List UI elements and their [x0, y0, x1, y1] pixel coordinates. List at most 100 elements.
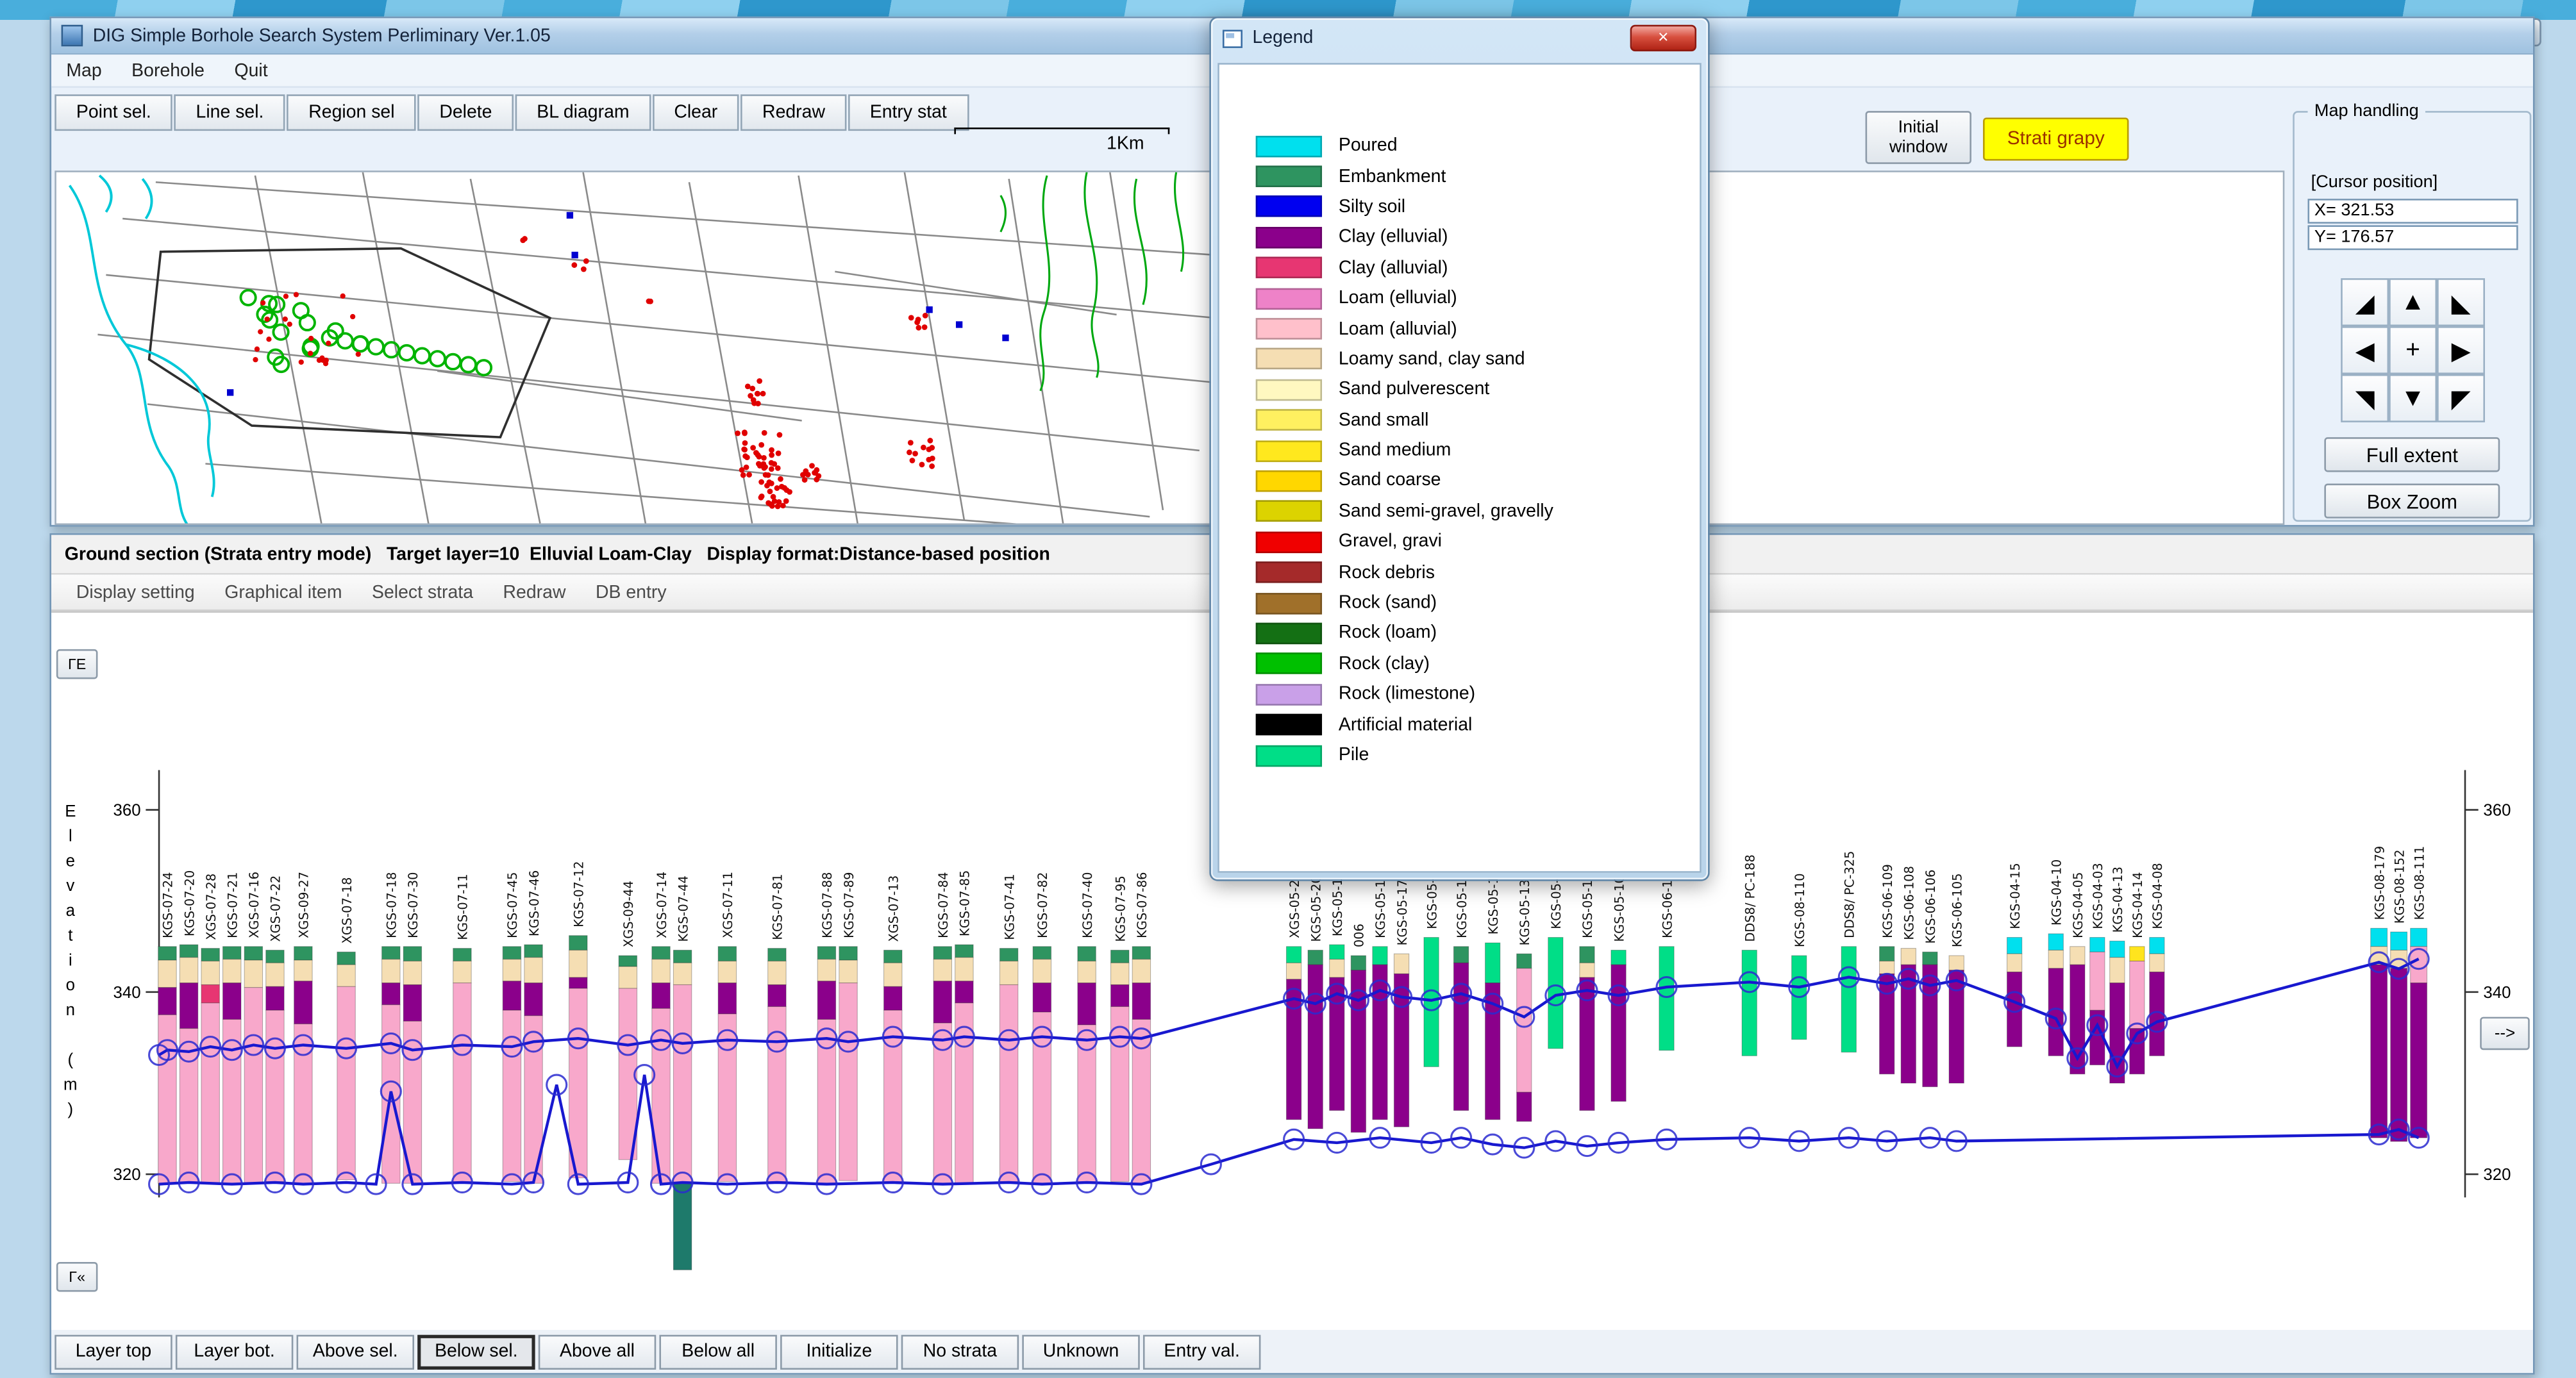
borehole-column-kgs-04-08[interactable]: KGS-04-08	[2149, 863, 2165, 1056]
borehole-column-kgs-07-81[interactable]: KGS-07-81	[767, 874, 787, 1184]
pan-button-5[interactable]: ▶	[2437, 326, 2486, 374]
borehole-column-kgs-06-108[interactable]: KGS-06-108	[1900, 866, 1917, 1084]
svg-text:XGS-07-13: XGS-07-13	[887, 876, 901, 942]
toolbar-point-sel-button[interactable]: Point sel.	[54, 94, 173, 131]
bottom-unknown-button[interactable]: Unknown	[1022, 1334, 1140, 1369]
svg-text:KGS-05-18: KGS-05-18	[1373, 872, 1388, 938]
borehole-column-kgs-04-15[interactable]: KGS-04-15	[2006, 863, 2023, 1047]
borehole-column-kgs-07-20[interactable]: KGS-07-20	[179, 870, 199, 1184]
borehole-column-kgs-05-13[interactable]: KGS-05-13	[1516, 879, 1532, 1122]
section-menu-graphical-item[interactable]: Graphical item	[210, 582, 357, 602]
legend-item-label: Clay (alluvial)	[1338, 258, 1448, 278]
pan-button-3[interactable]: ◀	[2341, 326, 2389, 374]
borehole-column-kgs-07-84[interactable]: KGS-07-84	[933, 872, 953, 1184]
borehole-column-dds8-pc-188[interactable]: DDS8/ PC-188	[1741, 854, 1757, 1056]
borehole-column-xgs-05-21[interactable]: XGS-05-21	[1285, 872, 1302, 1120]
borehole-column-kgs-07-21[interactable]: KGS-07-21	[222, 872, 242, 1184]
box-zoom-button[interactable]: Box Zoom	[2324, 483, 2500, 519]
borehole-column-kgs-08-152[interactable]: KGS-08-152	[2390, 849, 2408, 1142]
bottom-above-sel-button[interactable]: Above sel.	[296, 1334, 414, 1369]
pan-button-1[interactable]: ▲	[2389, 278, 2438, 327]
toolbar-delete-button[interactable]: Delete	[417, 94, 514, 131]
bottom-below-all-button[interactable]: Below all	[659, 1334, 777, 1369]
pan-button-0[interactable]: ◢	[2341, 278, 2389, 327]
toolbar-clear-button[interactable]: Clear	[652, 94, 739, 131]
borehole-column-kgs-07-44[interactable]: KGS-07-44	[673, 876, 692, 1270]
borehole-column-xgs-07-18[interactable]: XGS-07-18	[337, 877, 356, 1181]
borehole-column-xgs-07-11[interactable]: XGS-07-11	[717, 872, 737, 1182]
full-extent-button[interactable]: Full extent	[2324, 437, 2500, 472]
bottom-no-strata-button[interactable]: No strata	[901, 1334, 1019, 1369]
svg-text:KGS-04-05: KGS-04-05	[2071, 872, 2086, 938]
borehole-column-kgs-06-112[interactable]: KGS-06-112	[1659, 864, 1675, 1051]
svg-text:KGS-07-86: KGS-07-86	[1135, 872, 1150, 938]
bottom-below-sel-button[interactable]: Below sel.	[417, 1334, 535, 1369]
pan-button-6[interactable]: ◥	[2341, 374, 2389, 422]
borehole-column-kgs-07-12[interactable]: KGS-07-12	[569, 861, 588, 1179]
legend-item-label: Sand semi-gravel, gravelly	[1338, 501, 1553, 522]
section-right-arrow-button[interactable]: -->	[2480, 1017, 2530, 1050]
toolbar-redraw-button[interactable]: Redraw	[740, 94, 847, 131]
pan-button-7[interactable]: ▼	[2389, 374, 2438, 422]
borehole-column-kgs-08-111[interactable]: KGS-08-111	[2410, 846, 2428, 1138]
svg-text:KGS-05-10: KGS-05-10	[1612, 876, 1627, 942]
map-menu-borehole[interactable]: Borehole	[117, 60, 219, 80]
borehole-column-kgs-05-12[interactable]: KGS-05-12	[1548, 863, 1564, 1049]
pan-button-2[interactable]: ◣	[2437, 278, 2486, 327]
toolbar-line-sel-button[interactable]: Line sel.	[174, 94, 286, 131]
legend-item-label: Embankment	[1338, 166, 1446, 187]
borehole-column-kgs-05-18[interactable]: KGS-05-18	[1372, 872, 1388, 1120]
borehole-column-kgs-06-105[interactable]: KGS-06-105	[1948, 873, 1964, 1084]
bottom-layer-bot-button[interactable]: Layer bot.	[175, 1334, 294, 1369]
borehole-column-kgs-05-17[interactable]: KGS-05-17	[1393, 879, 1410, 1127]
borehole-column-xgs-09-27[interactable]: XGS-09-27	[294, 872, 313, 1184]
borehole-column-kgs-06-109[interactable]: KGS-06-109	[1879, 864, 1895, 1075]
section-menu-redraw[interactable]: Redraw	[488, 582, 580, 602]
borehole-column-xgs-09-44[interactable]: XGS-09-44	[618, 881, 638, 1160]
section-left-bottom-button[interactable]: Γ«	[56, 1262, 98, 1292]
map-menu-quit[interactable]: Quit	[219, 60, 283, 80]
borehole-column-kgs-07-46[interactable]: KGS-07-46	[524, 870, 543, 1184]
section-menu-display-setting[interactable]: Display setting	[62, 582, 210, 602]
svg-text:KGS-05-15: KGS-05-15	[1455, 872, 1469, 938]
bottom-initialize-button[interactable]: Initialize	[780, 1334, 898, 1369]
borehole-column-kgs-07-40[interactable]: KGS-07-40	[1077, 872, 1096, 1184]
bottom-above-all-button[interactable]: Above all	[538, 1334, 657, 1369]
borehole-column-kgs-08-110[interactable]: KGS-08-110	[1791, 873, 1807, 1040]
section-menu-db-entry[interactable]: DB entry	[581, 582, 682, 602]
borehole-column-kgs-07-41[interactable]: KGS-07-41	[999, 874, 1019, 1182]
legend-item-label: Artificial material	[1338, 715, 1473, 735]
borehole-column-006[interactable]: 006	[1350, 924, 1367, 1133]
legend-close-button[interactable]: ×	[1630, 24, 1697, 52]
borehole-column-dds8-pc-325[interactable]: DDS8/ PC-325	[1841, 851, 1857, 1053]
borehole-column-kgs-05-15[interactable]: KGS-05-15	[1453, 872, 1469, 1111]
svg-text:KGS-07-41: KGS-07-41	[1002, 874, 1017, 940]
borehole-column-kgs-04-13[interactable]: KGS-04-13	[2109, 867, 2125, 1084]
legend-item-label: Rock (clay)	[1338, 654, 1430, 674]
map-canvas[interactable]	[54, 170, 2285, 528]
pan-button-4[interactable]: +	[2389, 326, 2438, 374]
stratigraphy-button[interactable]: Strati grapy	[1983, 117, 2129, 161]
borehole-column-kgs-05-19[interactable]: KGS-05-19	[1329, 870, 1345, 1111]
borehole-column-xgs-07-28[interactable]: XGS-07-28	[201, 874, 220, 1184]
borehole-column-kgs-07-30[interactable]: KGS-07-30	[403, 872, 422, 1184]
borehole-column-kgs-07-24[interactable]: KGS-07-24	[158, 872, 177, 1184]
borehole-column-kgs-08-179[interactable]: KGS-08-179	[2370, 846, 2388, 1138]
toolbar-region-sel-button[interactable]: Region sel	[287, 94, 417, 131]
bottom-entry-val-button[interactable]: Entry val.	[1142, 1334, 1261, 1369]
toolbar-entry-stat-button[interactable]: Entry stat	[848, 94, 969, 131]
borehole-column-kgs-07-89[interactable]: KGS-07-89	[839, 872, 858, 1181]
section-left-top-button[interactable]: ΓΕ	[56, 649, 98, 679]
borehole-column-kgs-04-05[interactable]: KGS-04-05	[2070, 872, 2086, 1075]
borehole-column-xgs-07-22[interactable]: XGS-07-22	[265, 876, 285, 1182]
section-menu-select-strata[interactable]: Select strata	[357, 582, 488, 602]
borehole-column-xgs-07-16[interactable]: XGS-07-16	[244, 872, 263, 1184]
pan-button-8[interactable]: ◤	[2437, 374, 2486, 422]
map-menu-map[interactable]: Map	[51, 60, 117, 80]
initial-window-button[interactable]: Initial window	[1865, 111, 1971, 164]
bottom-layer-top-button[interactable]: Layer top	[54, 1334, 172, 1369]
borehole-column-kgs-05-16[interactable]: KGS-05-16	[1423, 863, 1439, 1067]
borehole-column-kgs-07-11[interactable]: KGS-07-11	[453, 874, 472, 1184]
borehole-column-kgs-07-45[interactable]: KGS-07-45	[502, 872, 522, 1182]
toolbar-bl-diagram-button[interactable]: BL diagram	[515, 94, 651, 131]
